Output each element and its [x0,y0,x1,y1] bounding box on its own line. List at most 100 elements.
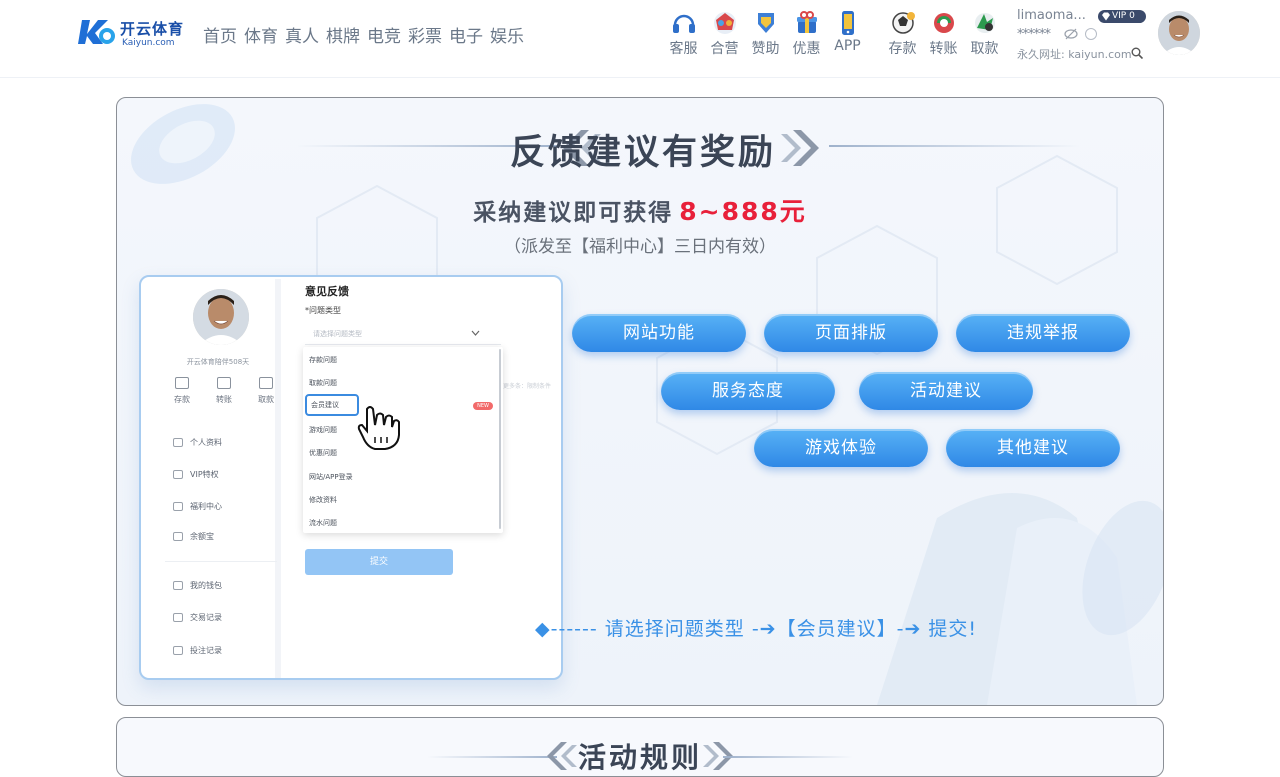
mockup-action-withdraw: 取款 [253,377,279,405]
avatar-portrait-icon [1158,11,1200,55]
mockup-menu-label: 投注记录 [190,646,222,655]
wallet-icon [175,377,189,389]
mockup-menu-label: VIP特权 [190,470,219,479]
mockup-menu-vip: VIP特权 [173,469,273,480]
header-tools: 客服 合营 赞助 优惠 APP 存款 转账 取款 [663,8,1005,60]
category-other-suggestion[interactable]: 其他建议 [946,429,1120,467]
mockup-action-label: 取款 [258,395,274,404]
mockup-avatar [193,289,249,345]
activity-rules-card: 活动规则 [116,717,1164,777]
mockup-option: 存款问题 [309,356,337,364]
kaiyun-logo[interactable]: 开云体育 Kaiyun.com [78,16,188,52]
tool-withdraw-label: 取款 [970,41,999,57]
mockup-option: 修改资料 [309,496,337,504]
tool-deposit-label: 存款 [888,41,917,57]
nav-item-cards[interactable]: 棋牌 [326,22,360,47]
vip-badge[interactable]: VIP 0 [1098,10,1146,23]
logo-text-en: Kaiyun.com [122,38,175,48]
banner-title: 反馈建议有奖励 [509,133,776,173]
vip-icon [173,470,183,479]
tool-transfer[interactable]: 转账 [923,8,964,60]
nav-item-lottery[interactable]: 彩票 [408,22,442,47]
nav-item-sports[interactable]: 体育 [244,22,278,47]
mockup-option: 优惠问题 [309,449,337,457]
card-icon [259,377,273,389]
mockup-action-deposit: 存款 [169,377,195,405]
mockup-menu-label: 余额宝 [190,532,214,541]
transfer-small-icon [217,377,231,389]
partner-icon [714,12,736,34]
permanent-url: 永久网址: kaiyun.com [1017,48,1132,61]
mockup-action-label: 存款 [174,395,190,404]
category-activity-suggestion[interactable]: 活动建议 [859,372,1033,410]
nav-item-entertainment[interactable]: 娱乐 [490,22,524,47]
tool-withdraw[interactable]: 取款 [964,8,1005,60]
mockup-scrollbar [499,349,501,529]
mockup-action-label: 转账 [216,395,232,404]
tool-partner-label: 合营 [710,41,739,57]
tool-support-label: 客服 [669,41,698,57]
rules-title: 活动规则 [577,741,702,774]
user-panel: limaoma... VIP 0 ****** 永久网址: kaiyun.com [1017,6,1157,66]
mockup-submit-button: 提交 [305,549,453,575]
mockup-menu-wallet: 我的钱包 [173,580,273,591]
mockup-sidebar: 开云体育陪伴508天 存款 转账 取款 个人资料 VIP特权 福利中心 余额宝 … [155,279,281,678]
tool-partner[interactable]: 合营 [704,8,745,60]
chevron-down-icon [471,330,480,336]
main-nav: 首页 体育 真人 棋牌 电竞 彩票 电子 娱乐 [203,22,524,47]
diamond-icon [1102,12,1110,21]
mockup-menu-profile: 个人资料 [173,437,273,448]
eye-hidden-icon[interactable] [1064,28,1078,40]
category-violation-report[interactable]: 违规举报 [956,314,1130,352]
nav-item-home[interactable]: 首页 [203,22,237,47]
tool-transfer-label: 转账 [929,41,958,57]
user-avatar[interactable] [1158,11,1200,55]
mockup-menu-transactions: 交易记录 [173,612,273,623]
mockup-menu-bets: 投注记录 [173,645,273,656]
feedback-reward-card: 反馈建议有奖励 采纳建议即可获得 8~888元 （派发至【福利中心】三日内有效） … [116,97,1164,706]
refresh-icon[interactable] [1085,28,1097,40]
pointing-hand-icon [357,406,400,450]
sponsor-icon [758,13,774,33]
tool-sponsor[interactable]: 赞助 [745,8,786,60]
mockup-days-text: 开云体育陪伴508天 [186,358,250,366]
tool-support[interactable]: 客服 [663,8,704,60]
title-line-right [829,145,1079,147]
tool-deposit[interactable]: 存款 [882,8,923,60]
username[interactable]: limaoma... [1017,8,1086,23]
receipt-icon [173,613,183,622]
reward-amount: 8~888元 [679,197,807,226]
category-page-layout[interactable]: 页面排版 [764,314,938,352]
balance-hidden: ****** [1017,27,1051,42]
search-icon[interactable] [1131,47,1143,59]
mockup-option: 游戏问题 [309,426,337,434]
category-website-function[interactable]: 网站功能 [572,314,746,352]
category-service-attitude[interactable]: 服务态度 [661,372,835,410]
mockup-option: 取款问题 [309,379,337,387]
logo-text-cn: 开云体育 [120,20,185,38]
mockup-option: 流水问题 [309,519,337,527]
mockup-portrait-icon [193,289,249,345]
banner-title-row: 反馈建议有奖励 [117,122,1163,173]
instruction-steps: ◆------ 请选择问题类型 -➔【会员建议】-➔ 提交! [535,618,978,640]
headset-icon [673,14,695,33]
nav-item-esports[interactable]: 电竞 [367,22,401,47]
mockup-menu-label: 福利中心 [190,502,222,511]
tool-app[interactable]: APP [827,8,868,60]
mockup-quick-actions: 存款 转账 取款 [169,377,279,405]
nav-item-live[interactable]: 真人 [285,22,319,47]
nav-item-slots[interactable]: 电子 [449,22,483,47]
mockup-action-transfer: 转账 [211,377,237,405]
phone-icon [842,11,854,35]
category-game-experience[interactable]: 游戏体验 [754,429,928,467]
mockup-option: 网站/APP登录 [309,473,353,481]
tool-app-label: APP [834,38,861,54]
withdraw-icon [975,13,995,33]
gift-icon [173,502,183,511]
mockup-menu-yuebao: 余额宝 [173,531,273,542]
double-chevron-right-icon [781,130,819,166]
mockup-option-selected: 会员建议 [305,394,359,416]
mockup-faded-text: 更多条：限制条件 [503,383,552,390]
tool-promo[interactable]: 优惠 [786,8,827,60]
mockup-divider [165,561,277,562]
